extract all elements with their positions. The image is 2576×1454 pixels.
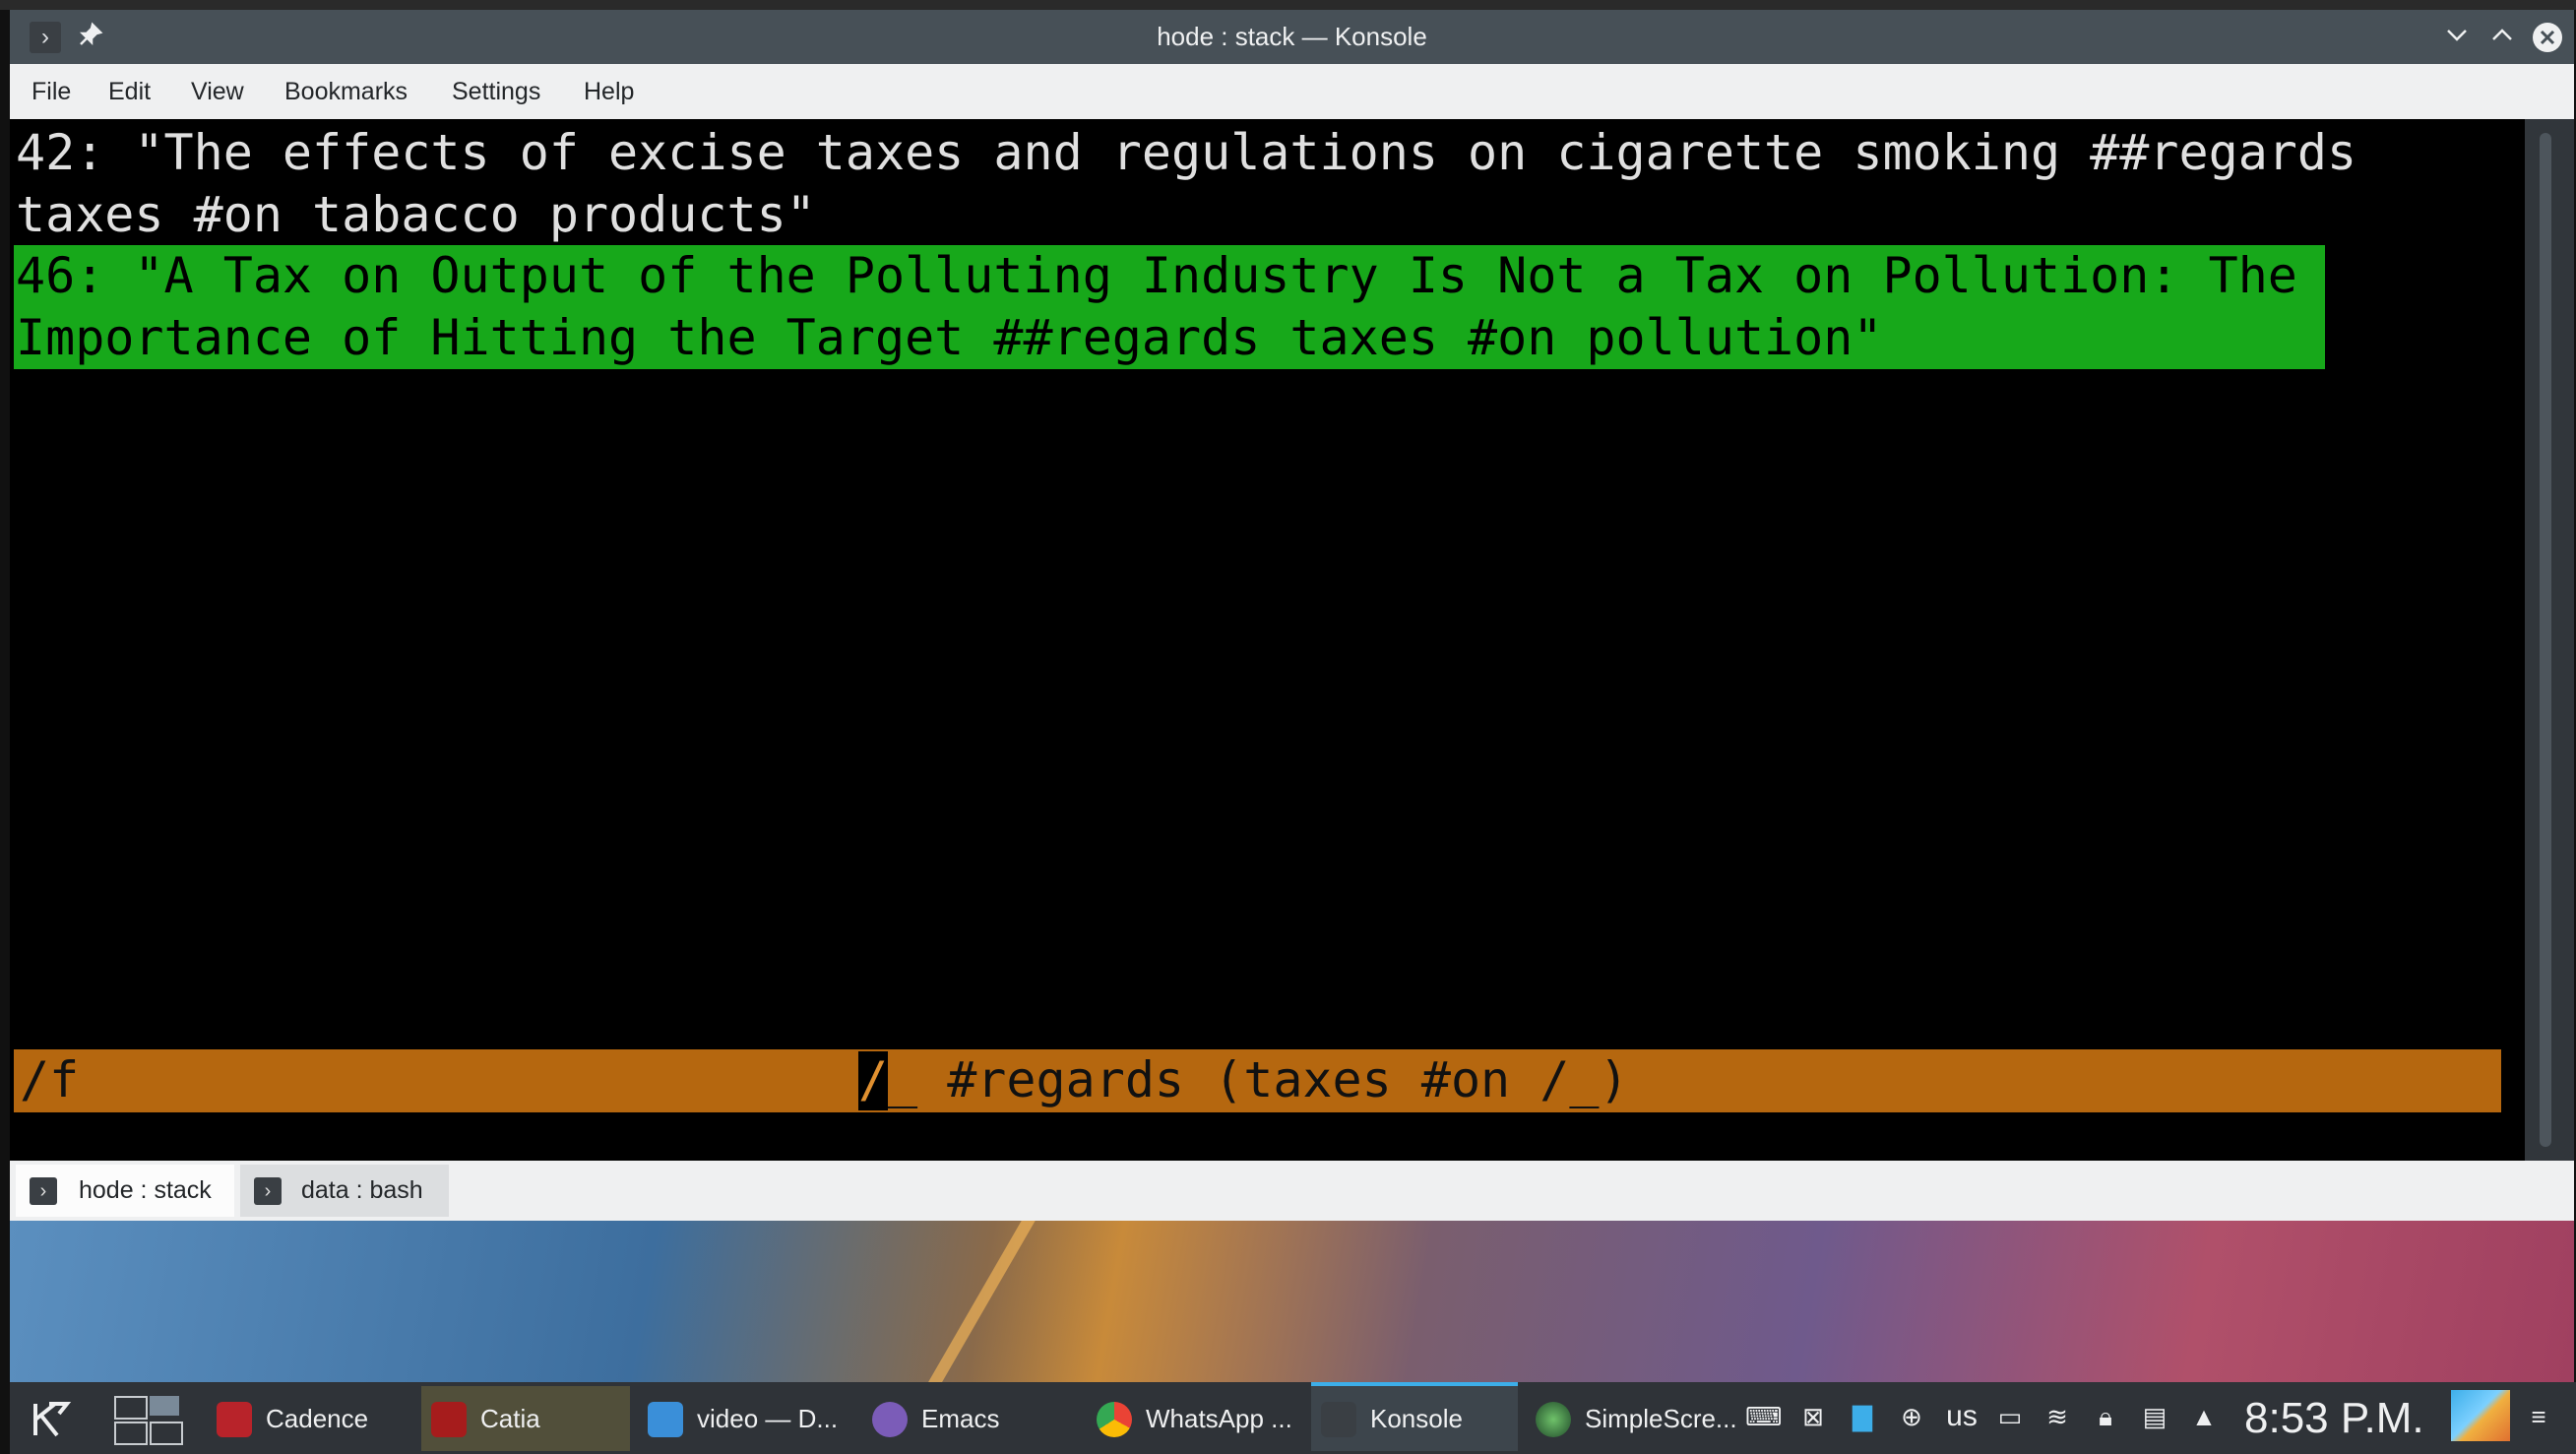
close-icon[interactable] [2532, 22, 2563, 53]
terminal-line: taxes #on tabacco products" [16, 186, 816, 243]
terminal-line: 42: "The effects of excise taxes and reg… [16, 124, 2357, 181]
terminal-tab-icon: › [30, 1177, 57, 1205]
maximize-chevron-icon[interactable] [2486, 22, 2518, 53]
catia-icon [431, 1402, 467, 1437]
terminal-area[interactable]: 42: "The effects of excise taxes and reg… [10, 119, 2525, 1161]
task-label: video — D... [697, 1404, 839, 1433]
desktop-wallpaper [10, 1221, 2574, 1382]
terminal-tab-icon: › [254, 1177, 282, 1205]
pager-icon[interactable] [104, 1386, 199, 1451]
scrollbar-thumb[interactable] [2540, 133, 2551, 1147]
window-title: hode : stack — Konsole [1157, 22, 1427, 51]
kdeconnect-icon[interactable]: ▇ [1846, 1400, 1879, 1433]
menu-bookmarks[interactable]: Bookmarks [284, 64, 408, 119]
menu-file[interactable]: File [31, 64, 71, 119]
task-label: Catia [480, 1404, 540, 1433]
task-emacs[interactable]: Emacs [862, 1386, 1079, 1451]
search-query-text[interactable]: _ #regards (taxes #on /_) [888, 1049, 1629, 1111]
konsole-icon [1321, 1402, 1356, 1437]
title-bar[interactable]: › hode : stack — Konsole [10, 10, 2574, 64]
device-notifier-icon[interactable]: ▭ [1993, 1400, 2027, 1433]
task-label: SimpleScre... [1585, 1404, 1737, 1433]
minimize-chevron-icon[interactable] [2441, 22, 2473, 53]
task-video-dolphin[interactable]: video — D... [638, 1386, 854, 1451]
cursor-character: / [858, 1051, 889, 1108]
folder-icon [648, 1402, 683, 1437]
keyboard-icon[interactable]: ⌨ [1745, 1400, 1783, 1433]
screen-recorder-icon [1536, 1402, 1571, 1437]
menu-bar: File Edit View Bookmarks Settings Help [10, 64, 2574, 119]
highlighted-line: 46: "A Tax on Output of the Polluting In… [16, 247, 2297, 304]
clock[interactable]: 8:53 P.M. [2244, 1382, 2424, 1454]
task-label: WhatsApp ... [1146, 1404, 1292, 1433]
task-cadence[interactable]: Cadence [207, 1386, 413, 1451]
tab-bar: › hode : stack › data : bash [10, 1161, 2574, 1221]
task-whatsapp[interactable]: WhatsApp ... [1087, 1386, 1303, 1451]
task-label: Konsole [1370, 1404, 1463, 1433]
keyboard-layout-indicator[interactable]: us [1937, 1400, 1986, 1433]
tab-data-bash[interactable]: › data : bash [240, 1165, 449, 1217]
task-konsole[interactable]: Konsole [1311, 1382, 1518, 1451]
task-label: Cadence [266, 1404, 369, 1433]
menu-edit[interactable]: Edit [108, 64, 151, 119]
clipboard-icon[interactable]: ▤ [2138, 1400, 2171, 1433]
tab-hode-stack[interactable]: › hode : stack [16, 1165, 234, 1217]
task-label: Emacs [921, 1404, 1000, 1433]
chrome-icon [1097, 1402, 1132, 1437]
screenshot-icon[interactable]: ⊠ [1796, 1400, 1830, 1433]
highlighted-line: Importance of Hitting the Target ##regar… [16, 309, 1883, 366]
update-icon[interactable]: ⊕ [1895, 1400, 1928, 1433]
application-launcher-icon[interactable] [16, 1386, 94, 1451]
lock-icon[interactable]: 🔒︎ [2089, 1400, 2122, 1433]
task-catia[interactable]: Catia [421, 1386, 630, 1451]
menu-help[interactable]: Help [584, 64, 634, 119]
cadence-icon [217, 1402, 252, 1437]
top-strip [0, 0, 2576, 10]
tab-label: data : bash [301, 1176, 423, 1204]
tab-label: hode : stack [79, 1176, 212, 1204]
search-prompt-bar[interactable]: /f / _ #regards (taxes #on /_) [14, 1049, 2501, 1112]
show-desktop-icon[interactable] [2451, 1390, 2510, 1441]
menu-view[interactable]: View [191, 64, 244, 119]
emacs-icon [872, 1402, 908, 1437]
search-prompt-prefix: /f [20, 1051, 80, 1108]
tray-expand-icon[interactable]: ▲ [2187, 1400, 2221, 1433]
wifi-icon[interactable]: ≋ [2041, 1400, 2074, 1433]
panel-menu-icon[interactable]: ≡ [2522, 1400, 2555, 1433]
menu-settings[interactable]: Settings [452, 64, 540, 119]
task-simplescreenrecorder[interactable]: SimpleScre... [1526, 1386, 1742, 1451]
